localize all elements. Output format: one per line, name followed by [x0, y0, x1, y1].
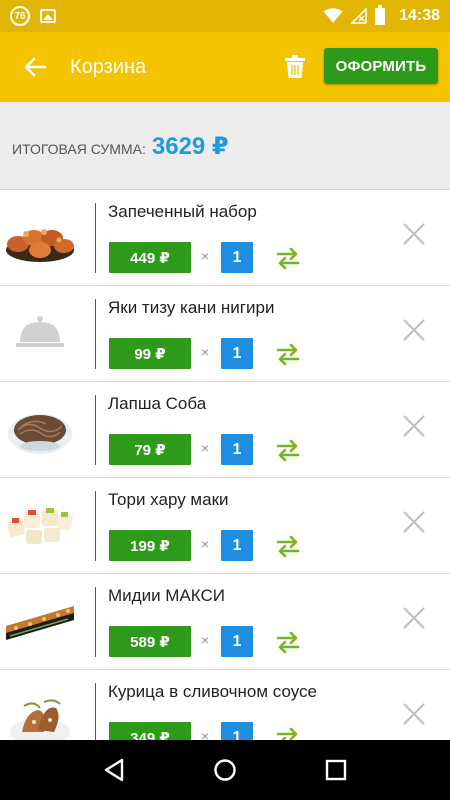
trash-icon	[285, 55, 305, 78]
recents-square-icon	[326, 759, 347, 781]
battery-icon	[375, 4, 386, 25]
no-sim-icon	[351, 8, 367, 24]
app-bar: Корзина ОФОРМИТЬ	[0, 32, 450, 102]
swap-icon[interactable]	[275, 437, 301, 463]
mussels-image	[6, 606, 74, 640]
remove-item-icon[interactable]	[400, 220, 428, 248]
cart-item: Курица в сливочном соусе 349 ₽ × 1	[0, 670, 450, 740]
chicken-cream-sauce-image	[10, 699, 70, 740]
total-value: 3629 ₽	[151, 132, 229, 160]
remove-item-icon[interactable]	[400, 700, 428, 728]
item-name: Яки тизу кани нигири	[108, 298, 275, 317]
price-badge: 199 ₽	[109, 530, 191, 561]
item-divider	[95, 683, 96, 740]
nav-back-button[interactable]	[98, 754, 130, 786]
order-total: ИТОГОВАЯ СУММА: 3629 ₽	[0, 102, 450, 190]
swap-icon[interactable]	[275, 245, 301, 271]
wifi-icon	[323, 8, 343, 23]
remove-item-icon[interactable]	[400, 316, 428, 344]
swap-icon[interactable]	[275, 533, 301, 559]
tori-maki-image	[7, 508, 73, 544]
cart-item: Мидии МАКСИ 589 ₽ × 1	[0, 574, 450, 670]
cloche-placeholder-icon	[16, 316, 64, 347]
remove-item-icon[interactable]	[400, 412, 428, 440]
times-sign: ×	[201, 536, 210, 552]
cart-item: Тори хару маки 199 ₽ × 1	[0, 478, 450, 574]
quantity-badge[interactable]: 1	[221, 242, 253, 273]
quantity-badge[interactable]: 1	[221, 626, 253, 657]
item-divider	[95, 299, 96, 369]
back-triangle-icon	[104, 758, 123, 782]
remove-item-icon[interactable]	[400, 508, 428, 536]
item-name: Тори хару маки	[108, 490, 229, 509]
quantity-badge[interactable]: 1	[221, 530, 253, 561]
quantity-badge[interactable]: 1	[221, 722, 253, 740]
quantity-badge[interactable]: 1	[221, 338, 253, 369]
page-title: Корзина	[70, 55, 147, 78]
total-label: ИТОГОВАЯ СУММА:	[12, 141, 146, 157]
system-nav-bar	[0, 740, 450, 800]
item-divider	[95, 587, 96, 657]
back-arrow-icon	[24, 57, 46, 77]
home-circle-icon	[214, 759, 236, 781]
cart-item: Лапша Соба 79 ₽ × 1	[0, 382, 450, 478]
status-icons: 14:38	[323, 4, 440, 25]
remove-item-icon[interactable]	[400, 604, 428, 632]
item-name: Мидии МАКСИ	[108, 586, 225, 605]
quantity-badge[interactable]: 1	[221, 434, 253, 465]
checkout-button[interactable]: ОФОРМИТЬ	[324, 48, 438, 84]
swap-icon[interactable]	[275, 629, 301, 655]
image-icon	[40, 9, 56, 23]
times-sign: ×	[201, 344, 210, 360]
status-bar: 76 14:38	[0, 0, 450, 32]
nav-home-button[interactable]	[209, 754, 241, 786]
item-name: Запеченный набор	[108, 202, 257, 221]
swap-icon[interactable]	[275, 341, 301, 367]
item-divider	[95, 491, 96, 561]
cart-item: Яки тизу кани нигири 99 ₽ × 1	[0, 286, 450, 382]
times-sign: ×	[201, 728, 210, 740]
soba-noodles-image	[8, 414, 72, 454]
notification-count-icon: 76	[10, 6, 30, 26]
times-sign: ×	[201, 248, 210, 264]
price-badge: 589 ₽	[109, 626, 191, 657]
price-badge: 449 ₽	[109, 242, 191, 273]
price-badge: 79 ₽	[109, 434, 191, 465]
price-badge: 349 ₽	[109, 722, 191, 740]
item-name: Лапша Соба	[108, 394, 207, 413]
cart-item: Запеченный набор 449 ₽ × 1	[0, 190, 450, 286]
back-button[interactable]	[0, 32, 70, 102]
times-sign: ×	[201, 440, 210, 456]
item-divider	[95, 203, 96, 273]
item-divider	[95, 395, 96, 465]
baked-rolls-image	[6, 229, 74, 262]
times-sign: ×	[201, 632, 210, 648]
cart-list[interactable]: Запеченный набор 449 ₽ × 1 Яки тизу кани…	[0, 189, 450, 740]
nav-recents-button[interactable]	[320, 754, 352, 786]
clock: 14:38	[399, 7, 440, 24]
swap-icon[interactable]	[275, 725, 301, 740]
clear-cart-button[interactable]	[278, 50, 312, 84]
price-badge: 99 ₽	[109, 338, 191, 369]
item-name: Курица в сливочном соусе	[108, 682, 317, 701]
